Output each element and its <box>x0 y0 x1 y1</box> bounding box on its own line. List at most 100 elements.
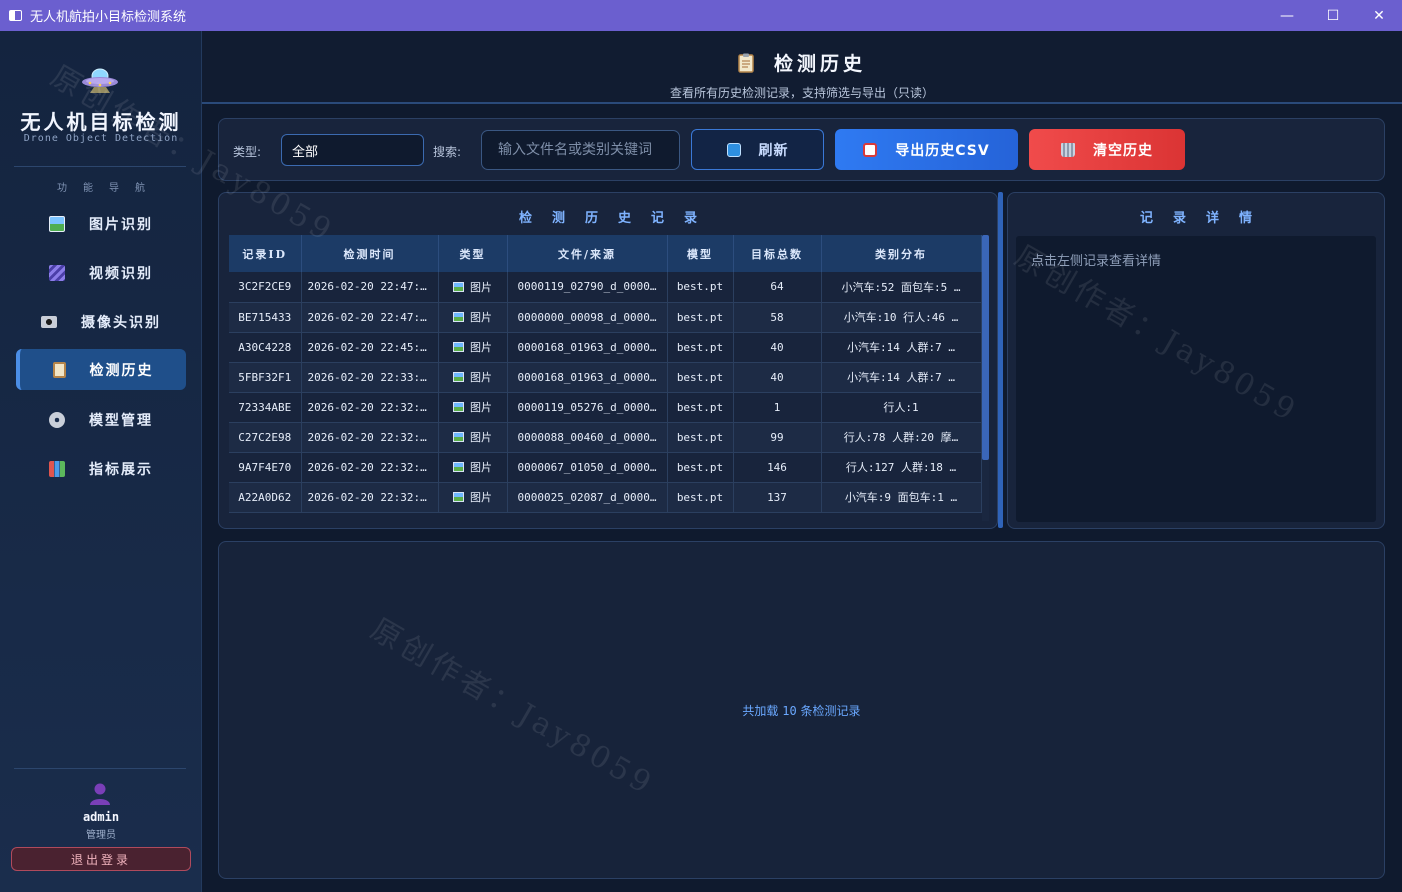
clear-history-button[interactable]: 清空历史 <box>1029 129 1185 170</box>
column-header[interactable]: 类别分布 <box>821 235 982 272</box>
panel-splitter[interactable] <box>998 192 1003 528</box>
sidebar-item-label: 模型管理 <box>89 412 153 429</box>
search-input[interactable] <box>481 130 680 170</box>
column-header[interactable]: 目标总数 <box>733 235 822 272</box>
scrollbar-thumb[interactable] <box>982 235 989 460</box>
detail-text-area[interactable]: 点击左侧记录查看详情 <box>1016 236 1376 522</box>
table-row[interactable]: C27C2E98 2026-02-20 22:32:53 图片 0000088_… <box>229 422 982 453</box>
sidebar-item-metrics[interactable]: 指标展示 <box>16 448 186 489</box>
cell-file: 0000168_01963_d_0000… <box>507 332 668 363</box>
sidebar: 无人机目标检测 Drone Object Detection 功能导航 图片识别… <box>0 31 202 892</box>
sidebar-item-model-management[interactable]: 模型管理 <box>16 399 186 440</box>
column-header[interactable]: 模型 <box>667 235 734 272</box>
column-header[interactable]: 记录ID <box>229 235 302 272</box>
image-icon <box>453 372 464 382</box>
cell-file: 0000000_00098_d_0000… <box>507 302 668 333</box>
brand-title: 无人机目标检测 <box>20 110 182 134</box>
detail-placeholder: 点击左侧记录查看详情 <box>1031 254 1162 269</box>
cell-total: 64 <box>733 272 822 303</box>
cell-time: 2026-02-20 22:47:45 <box>301 302 439 333</box>
cell-model: best.pt <box>667 362 734 393</box>
maximize-button[interactable]: ☐ <box>1310 0 1356 31</box>
cell-time: 2026-02-20 22:32:46 <box>301 452 439 483</box>
cell-total: 99 <box>733 422 822 453</box>
detail-panel: 记录详情 点击左侧记录查看详情 <box>1007 192 1385 529</box>
user-avatar-icon <box>90 783 110 805</box>
cell-file: 0000168_01963_d_0000… <box>507 362 668 393</box>
page-title-text: 检测历史 <box>773 53 866 75</box>
cell-type: 图片 <box>438 452 508 483</box>
minimize-button[interactable]: — <box>1264 0 1310 31</box>
trash-icon <box>1061 142 1075 157</box>
cell-record-id: C27C2E98 <box>229 422 302 453</box>
window-controls: — ☐ ✕ <box>1264 0 1402 31</box>
clipboard-icon <box>738 53 754 73</box>
cell-time: 2026-02-20 22:32:53 <box>301 422 439 453</box>
cell-file: 0000119_05276_d_0000… <box>507 392 668 423</box>
sidebar-item-video-recognition[interactable]: 视频识别 <box>16 252 186 293</box>
gear-icon <box>49 411 65 428</box>
refresh-label: 刷新 <box>758 142 789 159</box>
cell-file: 0000088_00460_d_0000… <box>507 422 668 453</box>
detail-heading: 记录详情 <box>1139 211 1272 226</box>
table-row[interactable]: A22A0D62 2026-02-20 22:32:38 图片 0000025_… <box>229 482 982 513</box>
export-csv-button[interactable]: 导出历史CSV <box>835 129 1018 170</box>
table-row[interactable]: 5FBF32F1 2026-02-20 22:33:08 图片 0000168_… <box>229 362 982 393</box>
clapper-icon <box>49 264 65 281</box>
sidebar-item-label: 图片识别 <box>89 216 153 233</box>
type-select[interactable]: 全部 <box>281 134 424 166</box>
image-icon <box>453 312 464 322</box>
status-panel: 共加载 10 条检测记录 <box>218 541 1385 879</box>
image-icon <box>453 402 464 412</box>
cell-type: 图片 <box>438 332 508 363</box>
sidebar-item-label: 检测历史 <box>89 362 154 379</box>
table-row[interactable]: 3C2F2CE9 2026-02-20 22:47:54 图片 0000119_… <box>229 272 982 303</box>
cell-total: 40 <box>733 362 822 393</box>
cell-distribution: 小汽车:9 面包车:1 … <box>821 482 982 513</box>
cell-distribution: 小汽车:52 面包车:5 … <box>821 272 982 303</box>
table-scrollbar[interactable] <box>982 235 989 521</box>
cell-record-id: 3C2F2CE9 <box>229 272 302 303</box>
refresh-button[interactable]: 刷新 <box>691 129 824 170</box>
status-text: 共加载 10 条检测记录 <box>219 702 1384 719</box>
user-name: admin <box>82 810 120 824</box>
table-header-row: 记录ID 检测时间 类型 文件/来源 模型 目标总数 类别分布 <box>229 235 982 272</box>
column-header[interactable]: 文件/来源 <box>507 235 668 272</box>
cell-total: 40 <box>733 332 822 363</box>
sidebar-item-detection-history[interactable]: 检测历史 <box>16 349 186 390</box>
cell-type: 图片 <box>438 302 508 333</box>
clear-label: 清空历史 <box>1093 142 1153 159</box>
bar-chart-icon <box>49 460 65 477</box>
history-panel: 检测历史记录 记录ID 检测时间 类型 文件/来源 模型 目标总数 类别分布 3… <box>218 192 998 529</box>
ufo-logo-icon <box>82 68 118 93</box>
image-icon <box>49 215 65 232</box>
status-count: 10 <box>782 704 797 718</box>
window-title-bar: 无人机航拍小目标检测系统 — ☐ ✕ <box>0 0 1402 31</box>
table-row[interactable]: 9A7F4E70 2026-02-20 22:32:46 图片 0000067_… <box>229 452 982 483</box>
column-header[interactable]: 检测时间 <box>301 235 439 272</box>
cell-model: best.pt <box>667 482 734 513</box>
export-label: 导出历史CSV <box>895 142 990 159</box>
sidebar-item-image-recognition[interactable]: 图片识别 <box>16 203 186 244</box>
sidebar-item-label: 指标展示 <box>89 461 153 478</box>
image-icon <box>453 492 464 502</box>
status-prefix: 共加载 <box>742 704 779 718</box>
type-label: 类型: <box>233 145 262 159</box>
cell-total: 137 <box>733 482 822 513</box>
column-header[interactable]: 类型 <box>438 235 508 272</box>
table-row[interactable]: BE715433 2026-02-20 22:47:45 图片 0000000_… <box>229 302 982 333</box>
cell-distribution: 小汽车:14 人群:7 … <box>821 332 982 363</box>
cell-file: 0000119_02790_d_0000… <box>507 272 668 303</box>
cell-type: 图片 <box>438 362 508 393</box>
cell-model: best.pt <box>667 272 734 303</box>
table-row[interactable]: A30C4228 2026-02-20 22:45:50 图片 0000168_… <box>229 332 982 363</box>
table-row[interactable]: 72334ABE 2026-02-20 22:32:58 图片 0000119_… <box>229 392 982 423</box>
image-icon <box>453 432 464 442</box>
history-heading: 检测历史记录 <box>518 211 717 226</box>
image-icon <box>453 462 464 472</box>
sidebar-divider <box>14 768 186 769</box>
clipboard-icon <box>52 361 66 378</box>
logout-button[interactable]: 退出登录 <box>11 847 191 871</box>
sidebar-item-camera-recognition[interactable]: 摄像头识别 <box>16 301 186 342</box>
close-button[interactable]: ✕ <box>1356 0 1402 31</box>
